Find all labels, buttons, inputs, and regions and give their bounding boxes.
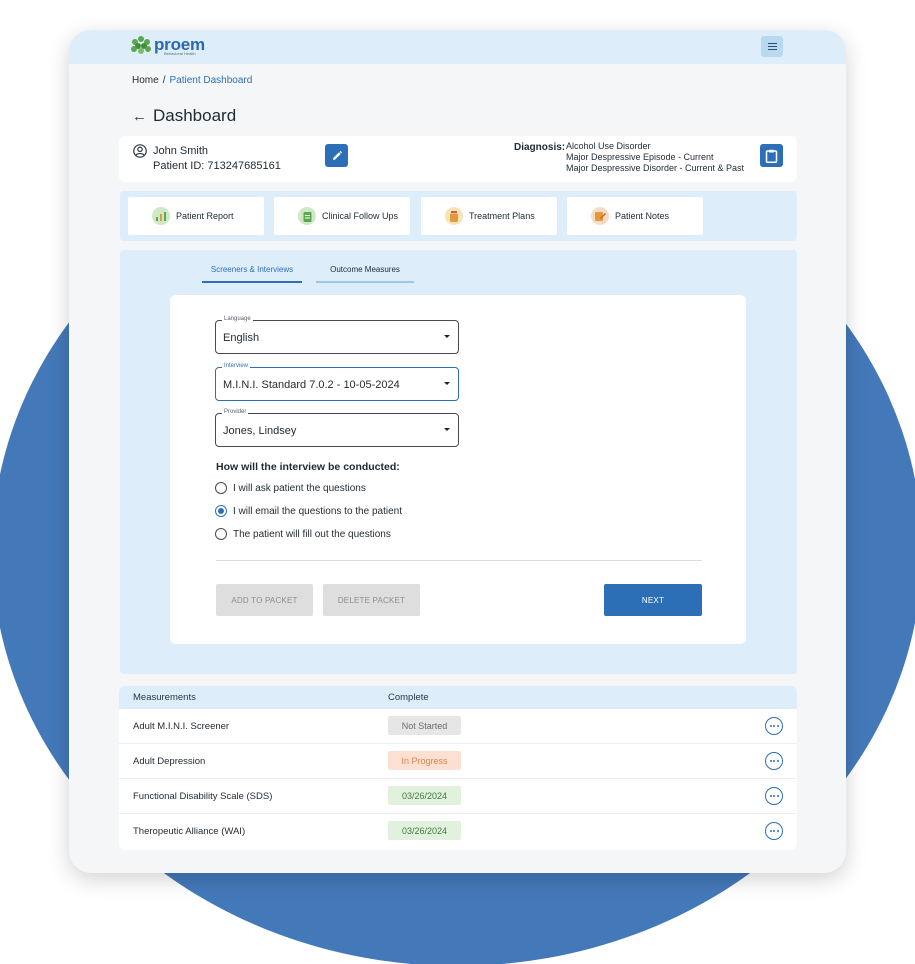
radio-option-ask[interactable]: I will ask patient the questions bbox=[215, 482, 366, 494]
language-value: English bbox=[223, 332, 260, 344]
caret-down-icon bbox=[444, 335, 450, 338]
measurement-name: Adult M.I.N.I. Screener bbox=[133, 721, 230, 732]
provider-label: Provider bbox=[222, 409, 249, 415]
next-button[interactable]: NEXT bbox=[604, 584, 702, 616]
measurement-name: Adult Depression bbox=[133, 756, 206, 767]
radio-option-self[interactable]: The patient will fill out the questions bbox=[215, 528, 391, 540]
notes-icon bbox=[591, 207, 609, 225]
ellipsis-icon bbox=[769, 830, 772, 832]
diagnosis-item: Major Despressive Episode - Current bbox=[566, 152, 714, 162]
patient-notes-card[interactable]: Patient Notes bbox=[567, 197, 703, 235]
language-label: Language bbox=[222, 316, 253, 322]
ellipsis-icon bbox=[769, 795, 772, 797]
ellipsis-icon bbox=[769, 760, 772, 762]
provider-value: Jones, Lindsey bbox=[223, 425, 297, 437]
more-options-button[interactable] bbox=[765, 787, 783, 805]
edit-patient-button[interactable] bbox=[325, 144, 348, 167]
status-badge: 03/26/2024 bbox=[388, 786, 461, 805]
provider-select[interactable]: Provider Jones, Lindsey bbox=[215, 409, 459, 447]
caret-down-icon bbox=[444, 382, 450, 385]
language-select[interactable]: Language English bbox=[215, 316, 459, 354]
diagnosis-item: Alcohol Use Disorder bbox=[566, 141, 651, 151]
delete-packet-button[interactable]: DELETE PACKET bbox=[323, 584, 420, 616]
table-row[interactable]: Adult M.I.N.I. Screener Not Started bbox=[119, 709, 797, 744]
radio-button[interactable] bbox=[215, 482, 227, 494]
clipboard-icon bbox=[298, 207, 316, 225]
diagnosis-list: Alcohol Use Disorder Major Despressive E… bbox=[566, 141, 744, 174]
hamburger-menu-button[interactable] bbox=[761, 36, 783, 57]
radio-label: The patient will fill out the questions bbox=[233, 528, 391, 540]
patient-id: Patient ID: 713247685161 bbox=[153, 160, 281, 172]
radio-label: I will email the questions to the patien… bbox=[233, 505, 402, 517]
table-header: Measurements Complete bbox=[119, 686, 797, 709]
measurement-name: Functional Disability Scale (SDS) bbox=[133, 791, 273, 802]
menu-icon bbox=[767, 43, 777, 44]
caret-down-icon bbox=[444, 428, 450, 431]
clinical-follow-ups-card[interactable]: Clinical Follow Ups bbox=[274, 197, 410, 235]
pill-bottle-icon bbox=[445, 207, 463, 225]
inactive-tab-indicator bbox=[316, 281, 414, 283]
person-icon bbox=[133, 144, 147, 158]
more-options-button[interactable] bbox=[765, 822, 783, 840]
radio-option-email[interactable]: I will email the questions to the patien… bbox=[215, 505, 402, 517]
table-row[interactable]: Functional Disability Scale (SDS) 03/26/… bbox=[119, 779, 797, 814]
treatment-plans-card[interactable]: Treatment Plans bbox=[421, 197, 557, 235]
form-divider bbox=[216, 560, 702, 561]
add-to-packet-button[interactable]: ADD TO PACKET bbox=[216, 584, 313, 616]
breadcrumb: Home / Patient Dashboard bbox=[132, 75, 253, 86]
nav-card-label: Patient Report bbox=[176, 211, 234, 221]
title-row: ← Dashboard bbox=[132, 106, 236, 126]
breadcrumb-home[interactable]: Home bbox=[132, 75, 159, 86]
radio-label: I will ask patient the questions bbox=[233, 482, 366, 494]
back-arrow-icon[interactable]: ← bbox=[132, 108, 153, 125]
interview-form-card: Language English Interview M.I.N.I. Stan… bbox=[170, 295, 746, 644]
clipboard-icon bbox=[765, 149, 778, 163]
tab-outcome-measures[interactable]: Outcome Measures bbox=[316, 265, 414, 274]
radio-button[interactable] bbox=[215, 528, 227, 540]
active-tab-indicator bbox=[202, 281, 302, 283]
pencil-icon bbox=[332, 150, 342, 160]
status-badge: 03/26/2024 bbox=[388, 821, 461, 840]
status-badge: Not Started bbox=[388, 716, 461, 735]
column-header-measurements: Measurements bbox=[133, 692, 196, 703]
interview-select[interactable]: Interview M.I.N.I. Standard 7.0.2 - 10-0… bbox=[215, 363, 459, 401]
more-options-button[interactable] bbox=[765, 717, 783, 735]
diagnosis-clipboard-button[interactable] bbox=[760, 144, 783, 167]
page-title: Dashboard bbox=[153, 106, 237, 125]
interview-label: Interview bbox=[222, 363, 251, 369]
radio-button-selected[interactable] bbox=[215, 505, 227, 517]
nav-card-label: Clinical Follow Ups bbox=[322, 211, 399, 221]
brain-logo-icon bbox=[131, 36, 151, 56]
status-badge: In Progress bbox=[388, 751, 461, 770]
patient-info-card: John Smith Patient ID: 713247685161 Diag… bbox=[119, 136, 797, 182]
diagnosis-label: Diagnosis: bbox=[514, 142, 566, 153]
measurements-table: Measurements Complete Adult M.I.N.I. Scr… bbox=[119, 686, 797, 850]
nav-card-label: Treatment Plans bbox=[469, 211, 535, 221]
logo[interactable]: proem Behavioral Health bbox=[131, 36, 205, 56]
chart-icon bbox=[152, 207, 170, 225]
conduct-question: How will the interview be conducted: bbox=[216, 461, 400, 473]
patient-report-card[interactable]: Patient Report bbox=[128, 197, 264, 235]
ellipsis-icon bbox=[769, 725, 772, 727]
table-row[interactable]: Adult Depression In Progress bbox=[119, 744, 797, 779]
breadcrumb-current[interactable]: Patient Dashboard bbox=[169, 75, 252, 86]
interview-value: M.I.N.I. Standard 7.0.2 - 10-05-2024 bbox=[223, 379, 400, 391]
table-row[interactable]: Theropeutic Alliance (WAI) 03/26/2024 bbox=[119, 814, 797, 849]
patient-name: John Smith bbox=[153, 145, 209, 157]
main-panel: Screeners & Interviews Outcome Measures … bbox=[120, 250, 797, 674]
quick-nav-strip: Patient Report Clinical Follow Ups Treat… bbox=[120, 191, 797, 241]
nav-card-label: Patient Notes bbox=[615, 211, 670, 221]
diagnosis-item: Major Despressive Disorder - Current & P… bbox=[566, 163, 745, 173]
column-header-complete: Complete bbox=[388, 692, 429, 703]
top-bar: proem Behavioral Health bbox=[69, 30, 846, 64]
app-window: proem Behavioral Health Home / Patient Das… bbox=[69, 30, 846, 873]
measurement-name: Theropeutic Alliance (WAI) bbox=[133, 826, 246, 837]
more-options-button[interactable] bbox=[765, 752, 783, 770]
tab-screeners-interviews[interactable]: Screeners & Interviews bbox=[202, 265, 302, 274]
